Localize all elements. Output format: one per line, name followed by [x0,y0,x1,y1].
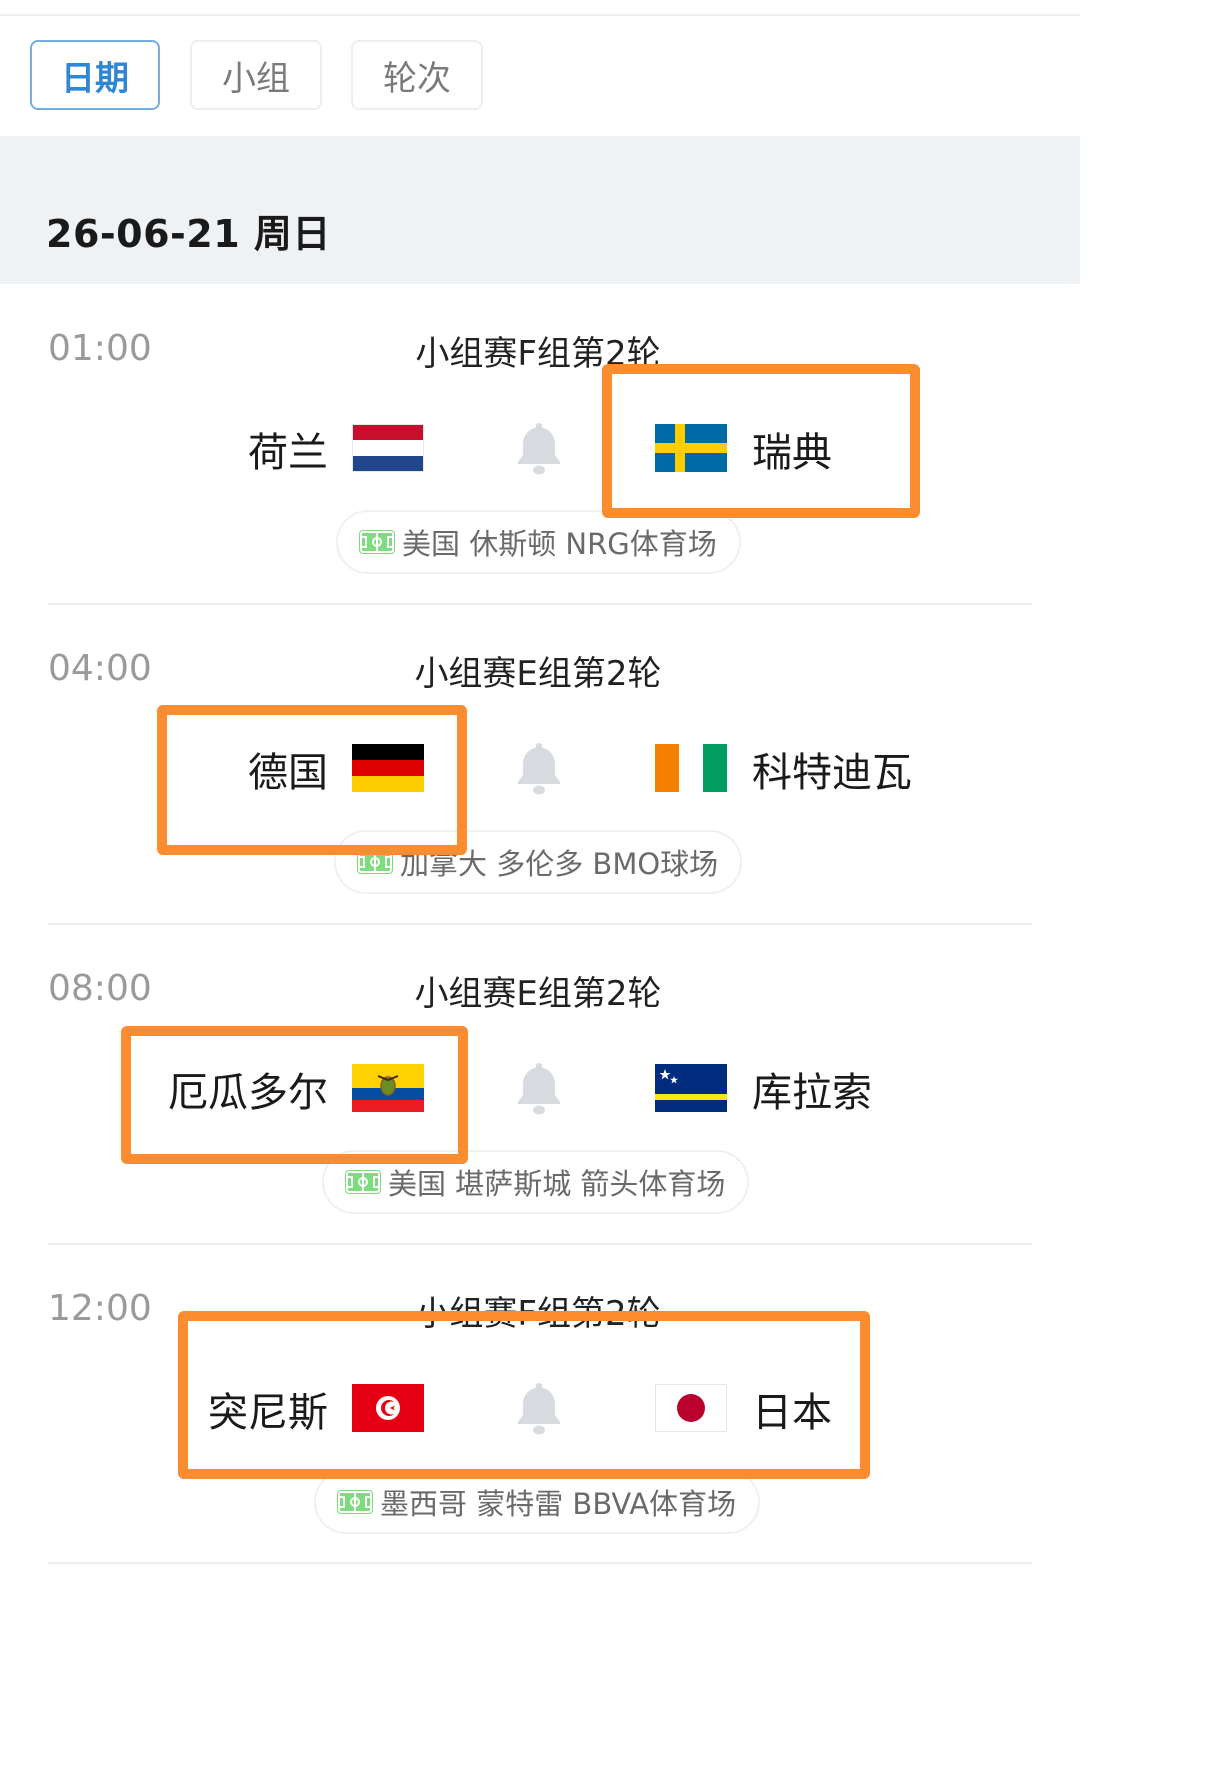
home-team-name[interactable]: 德国 [248,740,328,798]
match-stage: 小组赛F组第2轮 [0,1286,1080,1335]
match-stage-label: 小组赛E组第2轮 [414,654,662,694]
away-team-name[interactable]: 库拉索 [752,1060,872,1118]
venue-pill[interactable]: 墨西哥 蒙特雷 BBVA体育场 [314,1470,761,1534]
football-pitch-icon [337,1490,373,1514]
bell-icon[interactable] [515,1059,563,1117]
bell-icon[interactable] [515,739,563,797]
venue-pill[interactable]: 美国 堪萨斯城 箭头体育场 [322,1150,750,1214]
venue-pill[interactable]: 美国 休斯顿 NRG体育场 [336,510,741,574]
football-pitch-icon [357,850,393,874]
away-team-name[interactable]: 科特迪瓦 [752,740,912,798]
ivory-coast-flag [655,744,727,792]
match-divider [48,1562,1032,1564]
match-divider [48,603,1032,605]
bell-icon[interactable] [515,1379,563,1437]
match-row[interactable]: 01:00 小组赛F组第2轮 荷兰 瑞典 美国 休斯顿 NRG体育场 [0,288,1080,608]
germany-flag [352,744,424,792]
date-header-text: 26-06-21 周日 [46,212,331,256]
away-team-name[interactable]: 日本 [752,1380,832,1438]
japan-flag [655,1384,727,1432]
venue-label: 加拿大 多伦多 BMO球场 [400,847,719,881]
filter-tabs: 日期 小组 轮次 [0,0,1080,136]
venue-label: 美国 堪萨斯城 箭头体育场 [388,1167,726,1201]
tab-round[interactable]: 轮次 [351,40,483,110]
match-divider [48,1243,1032,1245]
match-stage: 小组赛E组第2轮 [0,966,1080,1015]
home-team-name[interactable]: 荷兰 [248,420,328,478]
home-team-name[interactable]: 厄瓜多尔 [168,1060,328,1118]
netherlands-flag [352,424,424,472]
football-pitch-icon [359,530,395,554]
match-row[interactable]: 12:00 小组赛F组第2轮 突尼斯 日本 墨西哥 蒙特雷 BBVA体育场 [0,1248,1080,1568]
venue-label: 墨西哥 蒙特雷 BBVA体育场 [380,1487,737,1521]
home-team-name[interactable]: 突尼斯 [208,1380,328,1438]
tunisia-flag [352,1384,424,1432]
match-row[interactable]: 04:00 小组赛E组第2轮 德国 科特迪瓦 加拿大 多伦多 BMO球场 [0,608,1080,928]
tab-group[interactable]: 小组 [190,40,322,110]
tab-date[interactable]: 日期 [30,40,160,110]
venue-label: 美国 休斯顿 NRG体育场 [402,527,717,561]
match-stage-label: 小组赛E组第2轮 [414,974,662,1014]
bell-icon[interactable] [515,419,563,477]
match-stage: 小组赛E组第2轮 [0,646,1080,695]
ecuador-flag [352,1064,424,1112]
curacao-flag [655,1064,727,1112]
match-stage-label: 小组赛F组第2轮 [415,1294,661,1334]
match-row[interactable]: 08:00 小组赛E组第2轮 厄瓜多尔 库拉索 美国 堪萨斯城 箭头体育场 [0,928,1080,1248]
match-stage-label: 小组赛F组第2轮 [415,334,661,374]
match-divider [48,923,1032,925]
football-pitch-icon [345,1170,381,1194]
venue-pill[interactable]: 加拿大 多伦多 BMO球场 [334,830,743,894]
away-team-name[interactable]: 瑞典 [752,420,832,478]
match-stage: 小组赛F组第2轮 [0,326,1080,375]
sweden-flag [655,424,727,472]
